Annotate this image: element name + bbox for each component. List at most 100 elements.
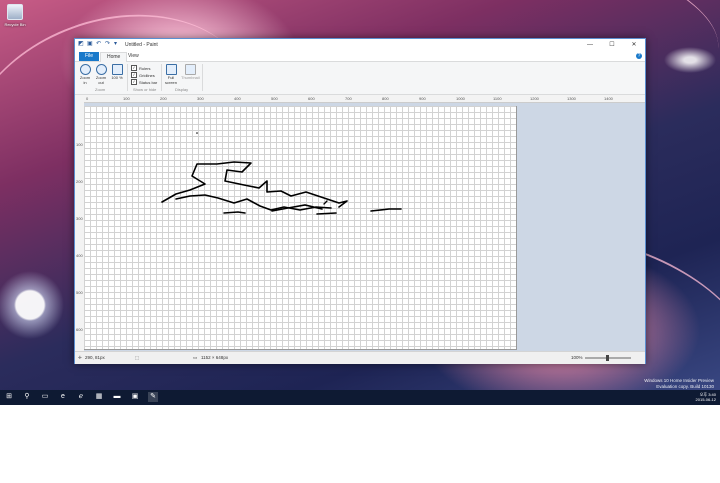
ruler-corner — [75, 95, 84, 102]
evaluation-watermark: Windows 10 Home Insider Preview Evaluati… — [644, 378, 714, 389]
ribbon-tabs: File Home View ? — [75, 51, 645, 63]
recycle-bin-label: Recycle Bin — [4, 22, 26, 27]
ruler-label: 1300 — [567, 96, 576, 101]
gridlines-checkbox[interactable]: ✓ Gridlines — [131, 72, 155, 78]
maximize-button[interactable]: ☐ — [601, 39, 623, 51]
minimize-button[interactable]: — — [579, 39, 601, 51]
thumbnail-label: Thumbnail — [181, 75, 200, 80]
recycle-bin-icon — [7, 4, 23, 20]
status-bar: ✛ 290, 81px ⬚ ▭ 1152 × 648px 100% — [75, 351, 645, 364]
ruler-label: 100 — [123, 96, 130, 101]
clock-date: 2015-06-12 — [695, 397, 716, 402]
ruler-label: 200 — [160, 96, 167, 101]
start-windows-icon[interactable]: ⊞ — [4, 392, 14, 402]
status-bar-label: Status bar — [139, 79, 158, 85]
freehand-drawing — [161, 132, 402, 215]
horizontal-ruler: 0 100 200 300 400 500 600 700 800 900 10… — [84, 95, 645, 103]
title-bar[interactable]: ◩ ▣ ↶ ↷ ▾ Untitled - Paint — ☐ ✕ — [75, 39, 645, 51]
zoom-in-icon — [79, 64, 91, 75]
ruler-label: 300 — [197, 96, 204, 101]
canvas-workspace — [84, 103, 645, 351]
watermark-edition: Windows 10 Home Insider Preview — [644, 378, 714, 383]
hundred-percent-button[interactable]: 100 % — [110, 64, 124, 81]
ruler-label: 100 — [76, 142, 83, 147]
zoom-in-label: Zoom in — [79, 75, 91, 85]
system-clock[interactable]: 오후 3:40 2015-06-12 — [696, 392, 716, 402]
ruler-label: 400 — [234, 96, 241, 101]
ruler-label: 700 — [345, 96, 352, 101]
group-divider — [202, 64, 203, 91]
checkmark-icon: ✓ — [131, 65, 137, 71]
edge-browser-icon[interactable]: e — [58, 392, 68, 402]
help-icon[interactable]: ? — [636, 53, 642, 59]
ruler-label: 900 — [419, 96, 426, 101]
ribbon-view: Zoom in Zoom out 100 % Zoom ✓ Rulers ✓ G… — [75, 62, 645, 95]
ruler-label: 500 — [271, 96, 278, 101]
ruler-label: 500 — [76, 290, 83, 295]
ruler-label: 200 — [76, 179, 83, 184]
zoom-out-button[interactable]: Zoom out — [94, 64, 108, 85]
window-controls: — ☐ ✕ — [579, 39, 645, 51]
checkmark-icon: ✓ — [131, 72, 137, 78]
ruler-label: 1400 — [604, 96, 613, 101]
ruler-label: 400 — [76, 253, 83, 258]
ruler-label: 800 — [382, 96, 389, 101]
ruler-label: 1200 — [530, 96, 539, 101]
zoom-slider-thumb[interactable] — [606, 355, 609, 361]
tab-file[interactable]: File — [79, 52, 100, 61]
tab-view[interactable]: View — [122, 52, 145, 61]
paint-app-icon[interactable]: ◩ — [78, 41, 84, 47]
rulers-checkbox[interactable]: ✓ Rulers — [131, 65, 151, 71]
search-icon[interactable]: ⚲ — [22, 392, 32, 402]
redo-icon[interactable]: ↷ — [105, 41, 111, 47]
show-hide-group-label: Show or hide — [133, 87, 157, 92]
app-icon[interactable]: ▦ — [94, 392, 104, 402]
ie-icon[interactable]: ℯ — [76, 392, 86, 402]
customize-qat-icon[interactable]: ▾ — [114, 41, 120, 47]
thumbnail-icon — [184, 64, 196, 75]
window-title: Untitled - Paint — [125, 42, 158, 48]
zoom-group-label: Zoom — [95, 87, 106, 92]
status-bar-checkbox[interactable]: ✓ Status bar — [131, 79, 157, 85]
undo-icon[interactable]: ↶ — [96, 41, 102, 47]
drawing-canvas[interactable] — [84, 106, 517, 350]
group-divider — [127, 64, 128, 91]
file-explorer-icon[interactable]: ▬ — [112, 392, 122, 402]
selection-size-icon: ⬚ — [135, 355, 140, 360]
zoom-in-button[interactable]: Zoom in — [78, 64, 92, 85]
cursor-position-icon: ✛ — [78, 355, 82, 360]
full-screen-button[interactable]: Full screen — [164, 64, 178, 85]
task-view-icon[interactable]: ▭ — [40, 392, 50, 402]
paint-window: ◩ ▣ ↶ ↷ ▾ Untitled - Paint — ☐ ✕ File Ho… — [74, 38, 646, 364]
image-size-icon: ▭ — [193, 355, 198, 360]
ruler-label: 0 — [86, 96, 89, 101]
rulers-label: Rulers — [139, 65, 151, 71]
checkmark-icon: ✓ — [131, 79, 137, 85]
ruler-label: 600 — [76, 327, 83, 332]
taskbar: ⊞ ⚲ ▭ e ℯ ▦ ▬ ▣ ✎ 오후 3:40 2015-06-12 — [0, 390, 720, 405]
full-screen-icon — [165, 64, 177, 75]
image-size: 1152 × 648px — [201, 355, 229, 360]
close-button[interactable]: ✕ — [623, 39, 645, 51]
thumbnail-button[interactable]: Thumbnail — [181, 64, 200, 81]
hundred-percent-label: 100 % — [111, 75, 123, 80]
display-group-label: Display — [175, 87, 189, 92]
zoom-out-label: Zoom out — [95, 75, 107, 85]
group-divider — [161, 64, 162, 91]
zoom-level: 100% — [571, 355, 583, 360]
quick-access-toolbar: ◩ ▣ ↶ ↷ ▾ — [78, 41, 120, 47]
ruler-label: 1000 — [456, 96, 465, 101]
zoom-slider[interactable] — [585, 355, 631, 361]
full-screen-label: Full screen — [164, 75, 177, 85]
hundred-percent-icon — [111, 64, 123, 75]
store-icon[interactable]: ▣ — [130, 392, 140, 402]
ruler-label: 1100 — [493, 96, 502, 101]
ruler-label: 600 — [308, 96, 315, 101]
zoom-out-icon — [95, 64, 107, 75]
ruler-label: 300 — [76, 216, 83, 221]
gridlines-label: Gridlines — [139, 72, 155, 78]
paint-taskbar-icon[interactable]: ✎ — [148, 392, 158, 402]
watermark-build: Evaluation copy. Build 10130 — [656, 383, 714, 389]
save-icon[interactable]: ▣ — [87, 41, 93, 47]
recycle-bin-desktop-icon[interactable]: Recycle Bin — [4, 4, 26, 27]
